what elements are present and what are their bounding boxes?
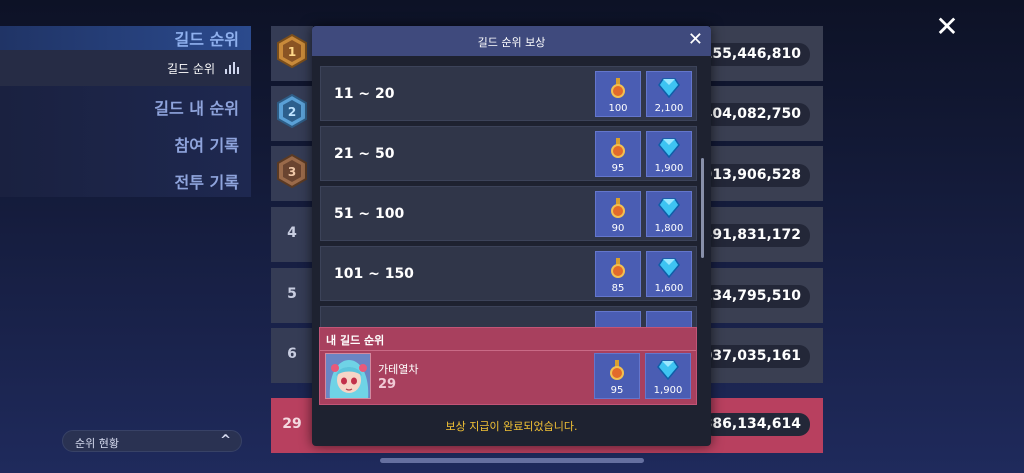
- diamond-icon: [646, 360, 690, 384]
- reward-row: 51 ~ 100 90 1,800: [320, 186, 697, 241]
- gem-reward[interactable]: 1,600: [646, 251, 692, 297]
- ranking-status-toggle[interactable]: 순위 현황 ^: [62, 430, 242, 452]
- gem-reward[interactable]: 1,900: [645, 353, 691, 399]
- gold-rank-badge-icon: 1: [277, 33, 307, 69]
- medal-icon: [596, 198, 640, 222]
- diamond-icon: [647, 258, 691, 282]
- rank-number: 4: [287, 225, 297, 241]
- sidebar-item-participation-log[interactable]: 참여 기록: [175, 132, 239, 156]
- rank-cell: 6: [271, 328, 313, 383]
- reward-quantity: 95: [611, 163, 625, 174]
- my-guild-rank-title: 내 길드 순위: [326, 334, 385, 347]
- reward-row: 11 ~ 20 100 2,100: [320, 66, 697, 121]
- close-icon[interactable]: ✕: [935, 13, 959, 41]
- svg-text:3: 3: [288, 165, 296, 179]
- reward-quantity: 100: [608, 103, 628, 114]
- diamond-icon: [647, 138, 691, 162]
- gem-reward[interactable]: 1,900: [646, 131, 692, 177]
- reward-quantity: 90: [611, 223, 625, 234]
- medal-icon: [596, 258, 640, 282]
- svg-text:1: 1: [288, 45, 296, 59]
- score-value: ,155,446,810: [697, 43, 810, 66]
- rank-cell: 4: [271, 207, 313, 262]
- rank-range-label: 11 ~ 20: [334, 86, 395, 102]
- rank-range-label: 51 ~ 100: [334, 206, 405, 222]
- avatar: [325, 353, 371, 399]
- reward-row: 101 ~ 150 85 1,600: [320, 246, 697, 301]
- bronze-rank-badge-icon: 3: [277, 153, 307, 189]
- sidebar-subitem-label: 길드 순위: [167, 62, 215, 76]
- medal-icon: [596, 78, 640, 102]
- reward-quantity: 95: [610, 385, 624, 396]
- scrollbar[interactable]: [701, 158, 704, 258]
- divider: [320, 350, 696, 351]
- sidebar: 길드 순위 길드 순위 길드 내 순위 참여 기록 전투 기록 순위 현황 ^: [0, 0, 251, 473]
- svg-text:2: 2: [288, 105, 296, 119]
- rank-range-label: 101 ~ 150: [334, 266, 414, 282]
- medal-reward[interactable]: 100: [595, 71, 641, 117]
- score-value: ,886,134,614: [697, 413, 810, 436]
- guild-ranking-reward-modal: 길드 순위 보상 ✕ 11 ~ 20 100 2,100 21 ~ 50 95: [312, 26, 711, 446]
- score-value: ,404,082,750: [697, 103, 810, 126]
- reward-row: 21 ~ 50 95 1,900: [320, 126, 697, 181]
- reward-quantity: 1,600: [654, 283, 684, 294]
- reward-quantity: 1,800: [654, 223, 684, 234]
- my-guild-rank-panel: 내 길드 순위 가테열차 29 95 1,900: [319, 327, 697, 405]
- rank-number: 29: [282, 416, 302, 432]
- sidebar-menu: 길드 순위 길드 순위 길드 내 순위 참여 기록 전투 기록: [0, 26, 251, 197]
- medal-reward[interactable]: 95: [595, 131, 641, 177]
- score-value: ,234,795,510: [697, 285, 810, 308]
- guild-rank: 29: [378, 377, 397, 392]
- gem-reward[interactable]: 1,800: [646, 191, 692, 237]
- rank-number: 6: [287, 346, 297, 362]
- sidebar-item-battle-log[interactable]: 전투 기록: [175, 169, 239, 193]
- modal-close-icon[interactable]: ✕: [688, 30, 703, 50]
- medal-reward[interactable]: 90: [595, 191, 641, 237]
- sidebar-item-in-guild-ranking[interactable]: 길드 내 순위: [154, 95, 239, 119]
- diamond-icon: [647, 198, 691, 222]
- rank-number: 5: [287, 286, 297, 302]
- reward-quantity: 1,900: [654, 163, 684, 174]
- modal-title: 길드 순위 보상: [477, 36, 546, 49]
- rank-range-label: 21 ~ 50: [334, 146, 395, 162]
- medal-icon: [596, 138, 640, 162]
- score-value: ,391,831,172: [697, 224, 810, 247]
- bar-chart-icon: [225, 62, 239, 74]
- reward-quantity: 2,100: [654, 103, 684, 114]
- medal-reward[interactable]: 85: [595, 251, 641, 297]
- reward-quantity: 1,900: [653, 385, 683, 396]
- gem-reward[interactable]: 2,100: [646, 71, 692, 117]
- score-value: ,037,035,161: [697, 345, 810, 368]
- sidebar-item-guild-ranking[interactable]: 길드 순위: [0, 26, 251, 50]
- sidebar-subitem-guild-ranking[interactable]: 길드 순위: [0, 50, 251, 86]
- modal-header: 길드 순위 보상 ✕: [312, 26, 711, 56]
- reward-quantity: 85: [611, 283, 625, 294]
- medal-reward[interactable]: 95: [594, 353, 640, 399]
- guild-name: 가테열차: [378, 363, 419, 376]
- score-value: ,913,906,528: [697, 164, 810, 187]
- chevron-up-icon: ^: [220, 433, 231, 448]
- diamond-icon: [647, 78, 691, 102]
- reward-status-message: 보상 지급이 완료되었습니다.: [445, 420, 578, 433]
- medal-icon: [595, 360, 639, 384]
- home-indicator[interactable]: [380, 458, 644, 463]
- silver-rank-badge-icon: 2: [277, 93, 307, 129]
- sidebar-item-label: 길드 순위: [174, 30, 239, 49]
- ranking-status-label: 순위 현황: [75, 437, 119, 450]
- rank-cell: 5: [271, 268, 313, 323]
